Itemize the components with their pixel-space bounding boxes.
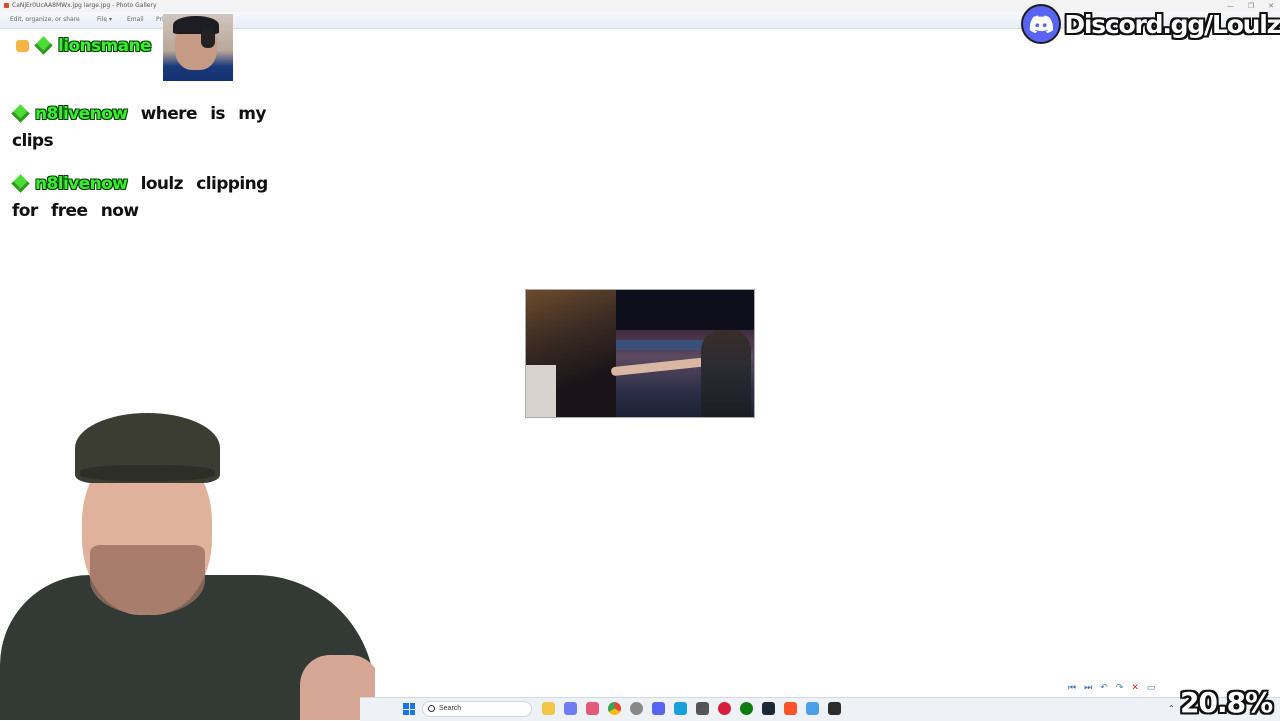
edge-icon[interactable] — [674, 702, 687, 715]
gallery-controls: ⏮ ⏭ ↶ ↷ ✕ ▭ — [1068, 682, 1155, 693]
delete-icon[interactable]: ✕ — [1131, 682, 1139, 693]
chat-text-continued: for free now — [12, 201, 139, 221]
notepad-icon[interactable] — [806, 702, 819, 715]
file-explorer-icon[interactable] — [542, 702, 555, 715]
window-title: CaNjEr0UcAA8MWx.jpg large.jpg - Photo Ga… — [12, 2, 157, 9]
menu-email[interactable]: Email — [127, 12, 144, 28]
actual-size-icon[interactable]: ▭ — [1147, 682, 1156, 693]
gem-badge-icon — [34, 36, 53, 55]
chat-text: where is my — [140, 104, 267, 124]
brave-icon[interactable] — [784, 702, 797, 715]
discord-icon[interactable] — [652, 702, 665, 715]
app-icon[interactable] — [630, 702, 643, 715]
start-button-icon[interactable] — [403, 703, 415, 715]
next-photo-icon[interactable]: ⏭ — [1084, 682, 1092, 693]
rotate-right-icon[interactable]: ↷ — [1116, 682, 1124, 693]
chat-username: lionsmane — [58, 36, 152, 56]
app-icon[interactable] — [696, 702, 709, 715]
chat-text-continued: clips — [12, 131, 54, 151]
discord-overlay: Discord.gg/Loulz — [1021, 2, 1280, 46]
small-webcam-feed — [163, 14, 233, 81]
taskbar-search[interactable]: Search — [422, 701, 532, 717]
xbox-icon[interactable] — [740, 702, 753, 715]
discord-link-text: Discord.gg/Loulz — [1064, 9, 1280, 39]
chat-message: lionsmane — [16, 36, 152, 56]
photo-thumbnail[interactable] — [525, 289, 755, 418]
menu-edit-organize[interactable]: Edit, organize, or share — [10, 12, 80, 28]
search-placeholder: Search — [439, 705, 462, 712]
terminal-icon[interactable] — [828, 702, 841, 715]
photo-gallery-icon — [4, 3, 9, 8]
percent-overlay: 20.8% — [1180, 686, 1273, 719]
rotate-left-icon[interactable]: ↶ — [1100, 682, 1108, 693]
menu-file[interactable]: File ▾ — [97, 12, 112, 28]
tray-expand-icon[interactable]: ⌃ — [1168, 704, 1175, 713]
gem-badge-icon — [11, 174, 30, 193]
chat-text: loulz clipping — [140, 174, 269, 194]
app-icon[interactable] — [564, 702, 577, 715]
chat-message: n8livenow loulz clipping — [11, 174, 269, 194]
app-icon[interactable] — [586, 702, 599, 715]
steam-icon[interactable] — [762, 702, 775, 715]
chat-message: n8livenow where is my — [11, 104, 267, 124]
search-icon — [428, 705, 435, 712]
chat-username: n8livenow — [35, 174, 128, 194]
gem-badge-icon — [11, 104, 30, 123]
headphones-icon — [201, 28, 215, 48]
chat-username: n8livenow — [35, 104, 128, 124]
obs-icon[interactable] — [718, 702, 731, 715]
sub-badge-icon — [16, 40, 29, 52]
first-photo-icon[interactable]: ⏮ — [1068, 682, 1076, 693]
chrome-icon[interactable] — [608, 702, 621, 715]
discord-icon — [1021, 4, 1062, 44]
large-webcam-feed — [0, 405, 375, 720]
taskbar: Search ⌃ — [360, 697, 1280, 721]
